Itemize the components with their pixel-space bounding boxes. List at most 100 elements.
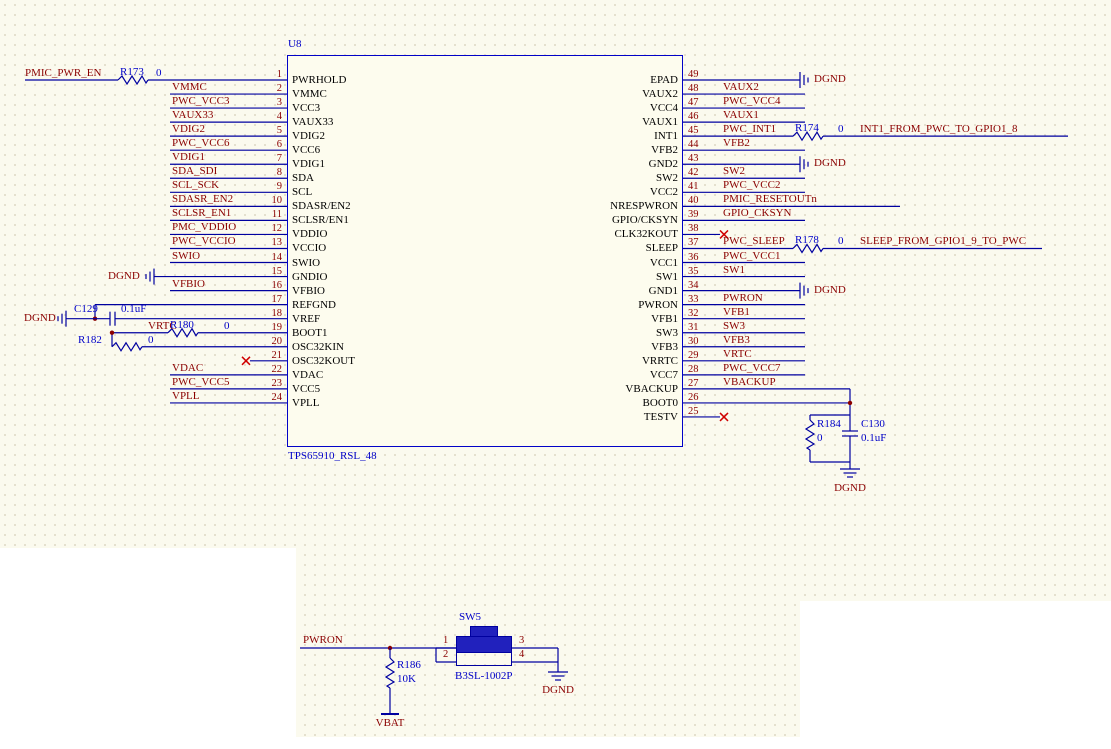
- pin-number: 30: [688, 335, 699, 347]
- pin-name: SDA: [292, 172, 315, 185]
- resistor-value[interactable]: 0: [224, 320, 230, 333]
- capacitor-value[interactable]: 0.1uF: [121, 303, 146, 316]
- net-label[interactable]: DGND: [814, 157, 846, 170]
- net-label[interactable]: VRTC: [723, 348, 752, 361]
- net-label[interactable]: SWIO: [172, 250, 200, 263]
- resistor-value[interactable]: 0: [817, 432, 823, 445]
- pin-name: PWRHOLD: [292, 74, 347, 86]
- net-label[interactable]: SLEEP_FROM_GPIO1_9_TO_PWC: [860, 235, 1026, 248]
- pin-name: VCC1: [649, 256, 678, 269]
- resistor-ref[interactable]: R180: [170, 319, 194, 332]
- net-label[interactable]: VDIG1: [172, 151, 205, 164]
- switch-part[interactable]: B3SL-1002P: [455, 670, 512, 683]
- pin-name: PWRON: [638, 298, 678, 311]
- capacitor-value[interactable]: 0.1uF: [861, 432, 886, 445]
- net-label[interactable]: PWC_INT1: [723, 123, 776, 136]
- net-label[interactable]: PMC_VDDIO: [172, 221, 236, 234]
- pin-name: OSC32KOUT: [292, 354, 355, 367]
- net-label[interactable]: DGND: [814, 73, 846, 86]
- resistor-symbol[interactable]: [384, 657, 396, 689]
- pin-number: 46: [688, 111, 699, 123]
- net-label[interactable]: PWRON: [303, 634, 343, 647]
- net-label[interactable]: PWC_VCC4: [723, 95, 780, 108]
- net-label[interactable]: GPIO_CKSYN: [723, 207, 791, 220]
- blank-area: [0, 548, 296, 749]
- net-label[interactable]: SDASR_EN2: [172, 193, 233, 206]
- pin-name: VFB1: [651, 312, 678, 325]
- no-connect-marker[interactable]: [241, 356, 251, 366]
- pin-name: VAUX1: [642, 116, 678, 129]
- pin-number: 38: [688, 223, 699, 235]
- net-label[interactable]: INT1_FROM_PWC_TO_GPIO1_8: [860, 123, 1017, 136]
- resistor-value[interactable]: 0: [838, 123, 844, 136]
- net-label[interactable]: PWC_SLEEP: [723, 235, 785, 248]
- net-label[interactable]: SDA_SDI: [172, 165, 217, 178]
- pin-name: GND2: [648, 158, 678, 171]
- switch-ref[interactable]: SW5: [459, 611, 481, 624]
- net-label[interactable]: SW3: [723, 320, 745, 333]
- net-label[interactable]: DGND: [826, 482, 874, 495]
- net-label[interactable]: VFBIO: [172, 278, 205, 291]
- net-label[interactable]: VAUX33: [172, 109, 213, 122]
- net-label[interactable]: VMMC: [172, 81, 207, 94]
- pin-number: 45: [688, 125, 699, 137]
- pin-name: SLEEP: [645, 242, 678, 255]
- pin-name: VCC7: [649, 368, 678, 381]
- net-label[interactable]: VPLL: [172, 390, 200, 403]
- resistor-value[interactable]: 0: [156, 67, 162, 80]
- switch-button[interactable]: [470, 626, 498, 637]
- net-label[interactable]: VFB2: [723, 137, 750, 150]
- resistor-value[interactable]: 10K: [397, 673, 416, 686]
- resistor-ref[interactable]: R184: [817, 418, 841, 431]
- net-label[interactable]: DGND: [814, 284, 846, 297]
- net-label[interactable]: PWRON: [723, 292, 763, 305]
- no-connect-marker[interactable]: [719, 412, 729, 422]
- net-label[interactable]: PWC_VCC7: [723, 362, 780, 375]
- pin-number: 43: [688, 153, 699, 165]
- net-label[interactable]: PWC_VCC1: [723, 250, 780, 263]
- net-label[interactable]: PWC_VCC5: [172, 376, 229, 389]
- resistor-value[interactable]: 0: [838, 235, 844, 248]
- ic-part-number[interactable]: TPS65910_RSL_48: [288, 450, 377, 463]
- net-label[interactable]: SCL_SCK: [172, 179, 219, 192]
- net-label[interactable]: SCLSR_EN1: [172, 207, 231, 220]
- ic-designator[interactable]: U8: [288, 38, 301, 51]
- net-label[interactable]: VFB1: [723, 306, 750, 319]
- net-label[interactable]: DGND: [24, 312, 56, 325]
- net-label[interactable]: VAUX2: [723, 81, 759, 94]
- capacitor-ref[interactable]: C130: [861, 418, 885, 431]
- resistor-symbol[interactable]: [111, 341, 143, 352]
- net-label[interactable]: SW1: [723, 264, 745, 277]
- net-label[interactable]: PMIC_PWR_EN: [25, 67, 101, 80]
- resistor-ref[interactable]: R186: [397, 659, 421, 672]
- pin-name: TESTV: [643, 410, 678, 423]
- net-label[interactable]: VFB3: [723, 334, 750, 347]
- net-label[interactable]: VAUX1: [723, 109, 759, 122]
- net-label[interactable]: VDIG2: [172, 123, 205, 136]
- resistor-ref[interactable]: R178: [795, 234, 819, 247]
- net-label[interactable]: VDAC: [172, 362, 203, 375]
- resistor-value[interactable]: 0: [148, 334, 154, 347]
- resistor-ref[interactable]: R174: [795, 122, 819, 135]
- net-label[interactable]: SW2: [723, 165, 745, 178]
- net-label[interactable]: DGND: [534, 684, 582, 697]
- net-label[interactable]: PWC_VCC3: [172, 95, 229, 108]
- net-label[interactable]: PWC_VCC6: [172, 137, 229, 150]
- power-port-label[interactable]: VBAT: [366, 717, 414, 730]
- no-connect-marker[interactable]: [719, 412, 729, 422]
- net-label[interactable]: VBACKUP: [723, 376, 776, 389]
- resistor-symbol[interactable]: [804, 419, 816, 451]
- net-label[interactable]: PWC_VCC2: [723, 179, 780, 192]
- net-label[interactable]: PWC_VCCIO: [172, 235, 236, 248]
- pin-name: BOOT1: [292, 326, 328, 339]
- no-connect-marker[interactable]: [241, 356, 251, 366]
- resistor-ref[interactable]: R182: [78, 334, 102, 347]
- blank-area: [0, 737, 1111, 749]
- resistor-ref[interactable]: R173: [120, 66, 144, 79]
- net-label[interactable]: PMIC_RESETOUTn: [723, 193, 817, 206]
- switch-body[interactable]: [456, 636, 512, 653]
- pin-name: VDAC: [292, 368, 324, 381]
- pin-name: SDASR/EN2: [292, 200, 351, 213]
- net-label[interactable]: DGND: [108, 270, 140, 283]
- capacitor-ref[interactable]: C129: [74, 303, 98, 316]
